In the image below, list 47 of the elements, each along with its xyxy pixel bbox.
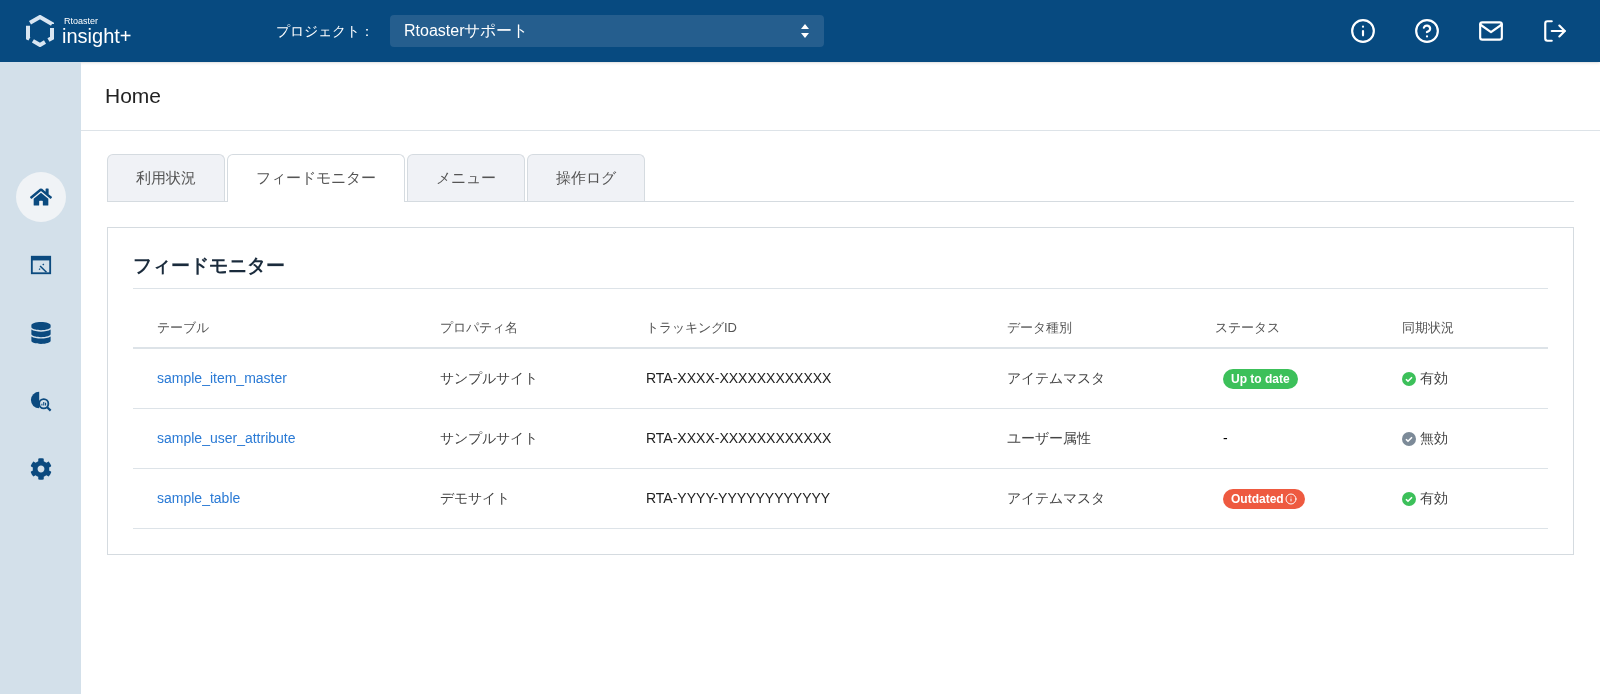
project-select[interactable]: Rtoasterサポート xyxy=(390,15,824,47)
sort-icon xyxy=(800,24,810,38)
info-icon[interactable] xyxy=(1350,18,1376,44)
table-cell: RTA-XXXX-XXXXXXXXXXXX xyxy=(646,430,832,446)
help-icon[interactable] xyxy=(1414,18,1440,44)
table-cell: RTA-YYYY-YYYYYYYYYYYY xyxy=(646,490,831,506)
sync-status: 有効 xyxy=(1420,369,1448,388)
table-cell: アイテムマスタ xyxy=(1007,370,1105,386)
tab[interactable]: メニュー xyxy=(407,154,525,201)
logout-icon[interactable] xyxy=(1542,18,1568,44)
table-cell: アイテムマスタ xyxy=(1007,490,1105,506)
logo-text: insight+ xyxy=(62,25,132,46)
settings-icon xyxy=(29,458,52,480)
table-link[interactable]: sample_user_attribute xyxy=(157,430,296,446)
home-icon xyxy=(29,186,52,208)
window-icon xyxy=(29,254,52,276)
column-header: データ種別 xyxy=(1007,319,1073,338)
panel-title: フィードモニター xyxy=(133,253,285,278)
table-cell: ユーザー属性 xyxy=(1007,430,1091,446)
table-link[interactable]: sample_table xyxy=(157,490,241,506)
column-header: テーブル xyxy=(157,319,210,338)
column-header: トラッキングID xyxy=(646,319,738,338)
project-label: プロジェクト： xyxy=(276,21,375,41)
table-link[interactable]: sample_item_master xyxy=(157,370,287,386)
table-cell: サンプルサイト xyxy=(440,430,538,446)
chart-search-icon xyxy=(29,390,52,412)
database-icon xyxy=(29,322,52,344)
status-text: - xyxy=(1223,430,1228,446)
tab[interactable]: 利用状況 xyxy=(107,154,225,201)
table-cell: RTA-XXXX-XXXXXXXXXXXX xyxy=(646,370,832,386)
mail-icon[interactable] xyxy=(1478,18,1504,44)
table-cell: サンプルサイト xyxy=(440,370,538,386)
info-icon xyxy=(1284,493,1297,505)
table-cell: デモサイト xyxy=(440,490,510,506)
column-header: 同期状況 xyxy=(1402,319,1455,338)
tab[interactable]: 操作ログ xyxy=(527,154,645,201)
sync-status: 無効 xyxy=(1420,429,1448,448)
logo-subtitle: Rtoaster xyxy=(64,16,99,26)
sidebar-item[interactable] xyxy=(15,172,66,222)
tab[interactable]: フィードモニター xyxy=(227,154,405,202)
column-header: プロパティ名 xyxy=(440,319,519,338)
sync-status: 有効 xyxy=(1420,489,1448,508)
status-badge: Up to date xyxy=(1223,369,1298,389)
status-badge: Outdated xyxy=(1223,489,1305,509)
column-header: ステータス xyxy=(1215,319,1281,338)
page-title: Home xyxy=(105,83,162,110)
logo-icon xyxy=(24,15,56,47)
